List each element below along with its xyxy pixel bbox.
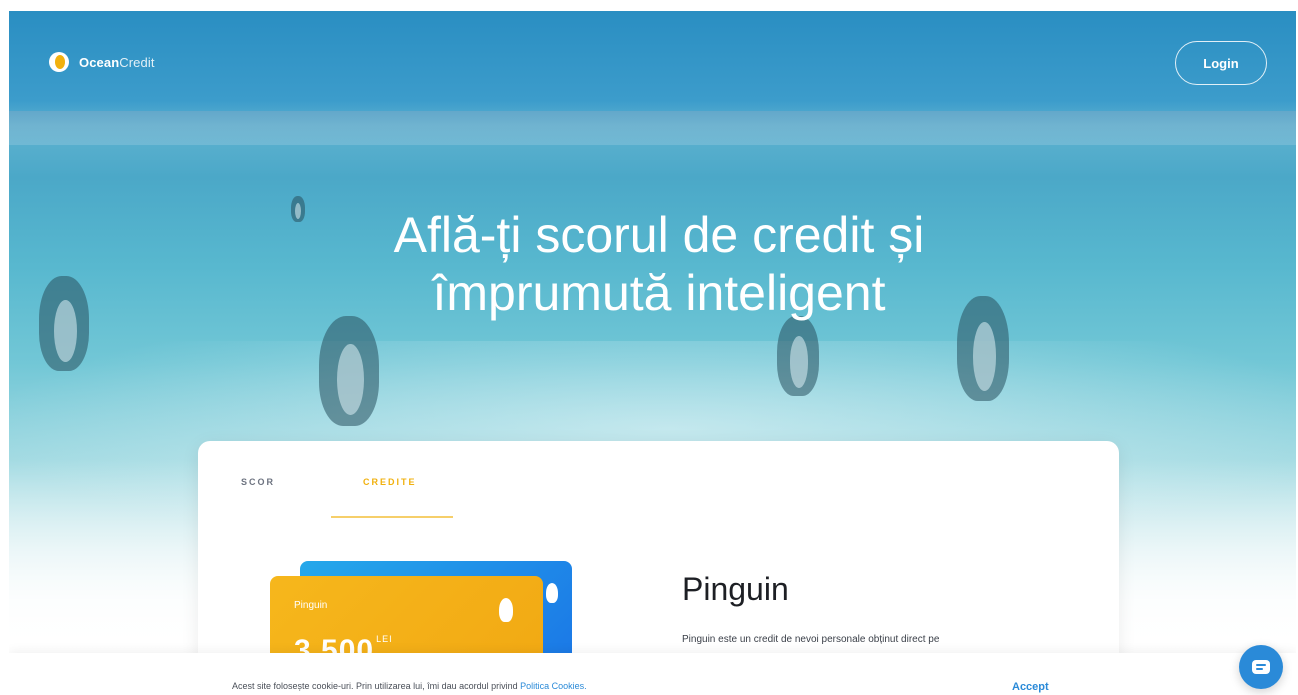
cookie-policy-link[interactable]: Politica Cookies. — [520, 681, 587, 691]
login-button[interactable]: Login — [1175, 41, 1267, 85]
page: OceanCredit Login Află-ți scorul de cred… — [9, 11, 1296, 695]
chat-icon — [1252, 660, 1270, 674]
tab-scor[interactable]: SCOR — [241, 477, 275, 487]
hero-headline: Află-ți scorul de credit și împrumută in… — [259, 206, 1059, 322]
cookie-bar: Acest site folosește cookie-uri. Prin ut… — [9, 653, 1296, 695]
card-currency: LEI — [376, 634, 393, 644]
product-description: Pinguin este un credit de nevoi personal… — [682, 634, 940, 645]
brand-logo[interactable]: OceanCredit — [49, 51, 155, 73]
accept-cookies-button[interactable]: Accept — [1012, 681, 1049, 693]
horizon — [9, 111, 1296, 145]
headline-line-2: împrumută inteligent — [432, 265, 886, 321]
ocean-logo-icon — [49, 52, 69, 72]
product-title: Pinguin — [682, 571, 789, 607]
brand-name: OceanCredit — [79, 54, 155, 70]
card-product-name: Pinguin — [294, 600, 328, 611]
penguin-figure — [39, 276, 89, 371]
tab-credite[interactable]: CREDITE — [363, 477, 417, 487]
cookie-text: Acest site folosește cookie-uri. Prin ut… — [232, 681, 587, 691]
penguin-figure — [319, 316, 379, 426]
headline-line-1: Află-ți scorul de credit și — [393, 207, 925, 263]
penguin-icon — [546, 583, 558, 603]
penguin-figure — [777, 316, 819, 396]
penguin-icon — [499, 598, 513, 622]
chat-button[interactable] — [1239, 645, 1283, 689]
active-tab-indicator — [331, 516, 453, 518]
